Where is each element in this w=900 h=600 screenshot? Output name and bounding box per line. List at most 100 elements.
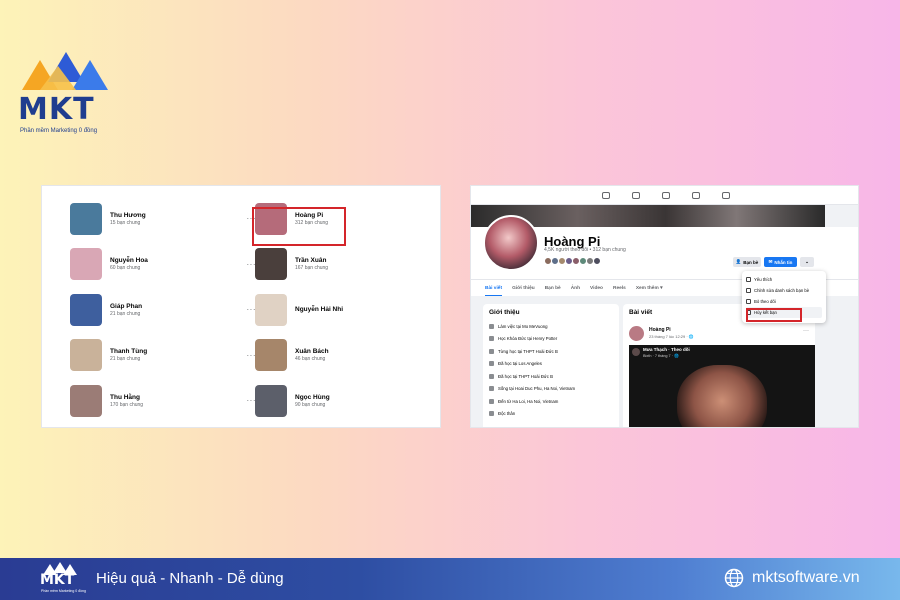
gaming-icon[interactable]: [721, 191, 730, 199]
profile-tab[interactable]: Giới thiệu: [512, 286, 535, 291]
friend-mutual-count: 312 bạn chung: [295, 219, 329, 226]
friend-name[interactable]: Xuân Bách: [295, 348, 440, 356]
intro-title: Giới thiệu: [489, 309, 520, 316]
friend-row[interactable]: Thu Hằng 170 bạn chung ···: [70, 378, 260, 424]
message-button-label: Nhắn tin: [774, 259, 793, 265]
friend-name[interactable]: Thanh Tùng: [110, 348, 260, 356]
friend-row[interactable]: Thu Hương 15 bạn chung ···: [70, 196, 260, 242]
friend-avatar[interactable]: [70, 248, 102, 281]
friend-row[interactable]: Nguyễn Hoa 60 bạn chung ···: [70, 242, 260, 288]
friend-name[interactable]: Giáp Phan: [110, 303, 260, 311]
avatar[interactable]: [593, 257, 601, 265]
friend-mutual-count: 46 bạn chung: [295, 356, 326, 363]
friend-mutual-count: 167 bạn chung: [295, 265, 329, 272]
intro-item-label: Làm việc tại Mo MeVuong: [498, 323, 548, 329]
friends-button-label: Bạn bè: [743, 259, 759, 265]
intro-item: Làm việc tại Mo MeVuong: [489, 320, 613, 333]
menu-item-icon: [746, 299, 751, 304]
video-title: Mưa Thạch · Theo dõi: [643, 347, 690, 352]
intro-item-label: Đã học tại THPT Hoài Đức B: [498, 373, 554, 379]
intro-item-icon: [489, 398, 494, 404]
friend-mutual-count: 21 bạn chung: [110, 356, 141, 363]
message-button[interactable]: ✉ Nhắn tin: [764, 257, 797, 267]
friend-name[interactable]: Nguyễn Hoa: [110, 257, 260, 265]
friend-row[interactable]: Ngọc Hùng90 bạn chung···: [255, 378, 440, 424]
friend-mutual-count: 60 bạn chung: [110, 265, 141, 272]
profile-tab[interactable]: Video: [590, 286, 603, 291]
posts-title: Bài viết: [629, 309, 653, 316]
friend-avatar[interactable]: [70, 293, 102, 326]
friend-avatar[interactable]: [255, 293, 287, 326]
friend-row[interactable]: Thanh Tùng 21 bạn chung ···: [70, 333, 260, 379]
friend-meta: Thu Hằng 170 bạn chung: [110, 394, 260, 408]
video-icon[interactable]: [631, 191, 640, 199]
footer-website-link[interactable]: mktsoftware.vn: [752, 569, 860, 587]
intro-item-label: Từng học tại THPT Hoài Đức B: [498, 348, 558, 354]
friend-row[interactable]: Trần Xuân167 bạn chung···: [255, 242, 440, 288]
intro-item: Sống tại Hoai Duc Phu, Ha Noi, Vietnam: [489, 383, 613, 396]
post-more-icon[interactable]: ···: [803, 328, 809, 334]
menu-item-icon: [746, 277, 751, 282]
intro-item: Đã học tại THPT Hoài Đức B: [489, 370, 613, 383]
profile-tab[interactable]: Ảnh: [571, 286, 580, 291]
friend-mutual-count: 170 bạn chung: [110, 401, 144, 408]
friend-row[interactable]: Nguyễn Hải Nhi···: [255, 287, 440, 333]
friends-column-2: Hoàng Pi312 bạn chung···Trần Xuân167 bạn…: [255, 196, 440, 424]
friend-avatar[interactable]: [70, 339, 102, 372]
menu-item-label: Chỉnh sửa danh sách bạn bè: [754, 288, 810, 293]
more-options-button[interactable]: ⌄: [800, 257, 814, 267]
friend-row[interactable]: Giáp Phan 21 bạn chung ···: [70, 287, 260, 333]
menu-item[interactable]: Yêu thích: [746, 274, 822, 285]
groups-icon[interactable]: [691, 191, 700, 199]
friend-name[interactable]: Trần Xuân: [295, 257, 440, 265]
post-author-avatar[interactable]: [629, 326, 644, 341]
friend-avatar[interactable]: [255, 202, 287, 235]
friend-avatar[interactable]: [70, 202, 102, 235]
profile-tab[interactable]: Reels: [613, 286, 626, 291]
mkt-logo: MKT Phần mềm Marketing 0 đồng: [14, 52, 114, 138]
friend-avatar[interactable]: [70, 384, 102, 417]
menu-item-icon: [746, 288, 751, 293]
footer-slogan: Hiệu quả - Nhanh - Dễ dùng: [96, 570, 284, 587]
post-author[interactable]: Hoàng Pi: [649, 327, 671, 333]
intro-list: Làm việc tại Mo MeVuong Học Khóa Đức tại …: [489, 320, 613, 420]
friend-avatar[interactable]: [255, 248, 287, 281]
post-video[interactable]: Mưa Thạch · Theo dõi Bixth · 7 tháng 7 ·…: [629, 345, 815, 427]
globe-icon: [724, 568, 744, 588]
footer-logo-text: MKT: [40, 572, 75, 588]
friend-name[interactable]: Thu Hằng: [110, 394, 260, 402]
marketplace-icon[interactable]: [661, 191, 670, 199]
profile-tab[interactable]: Bạn bè: [545, 286, 561, 291]
friend-name[interactable]: Hoàng Pi: [295, 212, 440, 220]
friend-avatar[interactable]: [255, 339, 287, 372]
profile-tab[interactable]: Bài viết: [485, 286, 503, 296]
menu-item-label: Bỏ theo dõi: [754, 299, 776, 304]
friend-name[interactable]: Nguyễn Hải Nhi: [295, 306, 440, 314]
friend-avatar[interactable]: [255, 384, 287, 417]
post-time[interactable]: 23 tháng 7 lúc 12:29 · 🌐: [649, 334, 694, 339]
intro-item-icon: [489, 348, 494, 354]
intro-item-label: Sống tại Hoai Duc Phu, Ha Noi, Vietnam: [498, 386, 576, 392]
friends-button[interactable]: 👤 Bạn bè: [733, 257, 761, 267]
friends-column-1: Thu Hương 15 bạn chung ··· Nguyễn Hoa 60 bạn…: [70, 196, 260, 424]
home-icon[interactable]: [601, 191, 610, 199]
menu-item[interactable]: Chỉnh sửa danh sách bạn bè: [746, 285, 822, 296]
friend-meta: Giáp Phan 21 bạn chung: [110, 303, 260, 317]
friend-row[interactable]: Xuân Bách46 bạn chung···: [255, 333, 440, 379]
footer-logo-tagline: Phần mềm Marketing 0 đồng: [41, 589, 86, 593]
friend-name[interactable]: Thu Hương: [110, 212, 260, 220]
profile-picture[interactable]: [483, 215, 539, 271]
friend-mutual-count: 90 bạn chung: [295, 401, 326, 408]
intro-item-icon: [489, 411, 494, 417]
profile-stats: 4,5K người theo dõi • 312 bạn chung: [544, 247, 626, 253]
profile-tab[interactable]: Xem thêm ▾: [636, 286, 663, 291]
friend-name[interactable]: Ngọc Hùng: [295, 394, 440, 402]
friend-meta: Thanh Tùng 21 bạn chung: [110, 348, 260, 362]
mutual-friend-avatars: [544, 257, 601, 265]
friend-mutual-count: 15 bạn chung: [110, 219, 141, 226]
friend-mutual-count: 21 bạn chung: [110, 310, 141, 317]
logo-text: MKT: [18, 92, 95, 127]
menu-item[interactable]: Bỏ theo dõi: [746, 296, 822, 307]
friend-row[interactable]: Hoàng Pi312 bạn chung···: [255, 196, 440, 242]
footer-bar: MKT Phần mềm Marketing 0 đồng Hiệu quả -…: [0, 558, 900, 600]
